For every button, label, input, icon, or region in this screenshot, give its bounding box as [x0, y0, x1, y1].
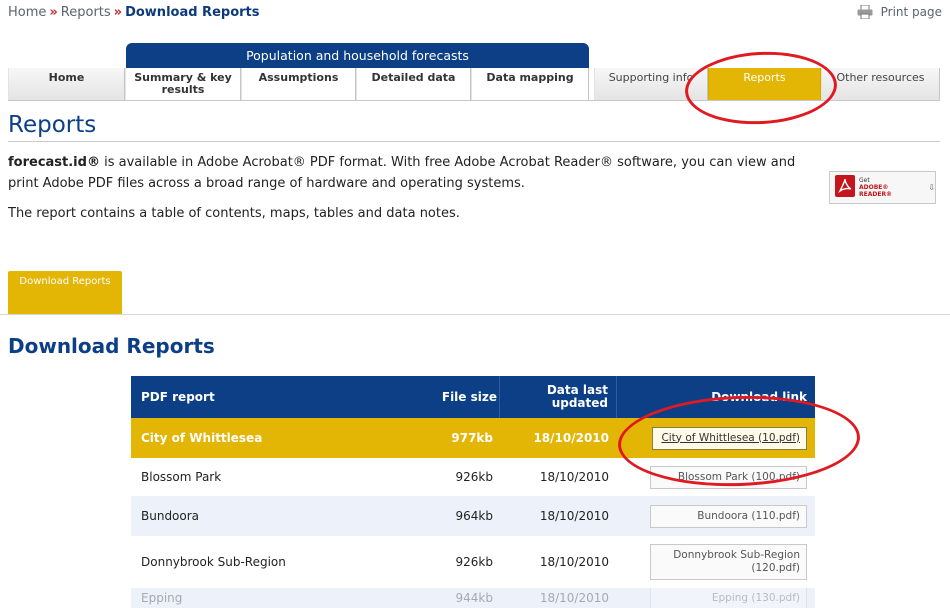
report-name: City of Whittlesea [141, 431, 263, 445]
get-adobe-reader-button[interactable]: Get ADOBE® READER® ⇩ [829, 171, 936, 204]
section-title: Download Reports [8, 334, 215, 358]
adobe-badge-line1: Get [859, 177, 870, 184]
header-file-size: File size [441, 390, 497, 404]
file-size: 944kb [455, 591, 493, 605]
last-updated: 18/10/2010 [539, 555, 609, 569]
download-link[interactable]: Bundoora (110.pdf) [650, 504, 807, 528]
tab-home[interactable]: Home [8, 68, 125, 100]
download-arrow-icon: ⇩ [928, 183, 935, 192]
download-link[interactable]: Epping (130.pdf) [650, 588, 807, 608]
tab-data-mapping[interactable]: Data mapping [471, 68, 589, 100]
table-row: Blossom Park 926kb 18/10/2010 Blossom Pa… [131, 458, 815, 496]
printer-icon [857, 5, 873, 19]
breadcrumb-reports[interactable]: Reports [61, 5, 111, 20]
file-size: 926kb [455, 470, 493, 484]
divider [8, 141, 940, 142]
report-name: Epping [141, 591, 183, 605]
tab-assumptions[interactable]: Assumptions [241, 68, 356, 100]
file-size: 977kb [451, 431, 493, 445]
header-download-link: Download link [711, 390, 807, 404]
intro-paragraph: forecast.id® is available in Adobe Acrob… [8, 152, 808, 194]
tab-supporting-info-label: Supporting info [608, 71, 694, 84]
report-name: Donnybrook Sub-Region [141, 555, 286, 569]
brand-name: forecast.id® [8, 155, 100, 170]
table-row: Bundoora 964kb 18/10/2010 Bundoora (110.… [131, 496, 815, 536]
last-updated: 18/10/2010 [539, 470, 609, 484]
breadcrumb-separator: » [49, 5, 58, 20]
divider [0, 314, 950, 315]
page-title: Reports [8, 112, 97, 138]
tab-detailed-data[interactable]: Detailed data [356, 68, 471, 100]
breadcrumb-home[interactable]: Home [8, 5, 46, 20]
tab-other-resources[interactable]: Other resources [821, 68, 940, 100]
last-updated: 18/10/2010 [539, 591, 609, 605]
intro-text: is available in Adobe Acrobat® PDF forma… [8, 155, 796, 191]
table-header: PDF report File size Data last updated D… [131, 376, 815, 418]
tab-reports[interactable]: Reports [708, 68, 821, 100]
breadcrumb-separator: » [113, 5, 123, 20]
print-page-link[interactable]: Print page [857, 5, 942, 19]
subtab-download-reports[interactable]: Download Reports [8, 271, 122, 314]
section-banner: Population and household forecasts [126, 43, 589, 69]
file-size: 964kb [455, 509, 493, 523]
main-tab-bar: Home Summary & key results Assumptions D… [8, 68, 940, 101]
reports-table: PDF report File size Data last updated D… [131, 376, 815, 608]
download-link[interactable]: Donnybrook Sub-Region (120.pdf) [650, 544, 807, 580]
tab-supporting-info[interactable]: Supporting info [594, 68, 708, 100]
table-row: Donnybrook Sub-Region 926kb 18/10/2010 D… [131, 536, 815, 588]
tab-summary-key-results[interactable]: Summary & key results [125, 68, 241, 100]
adobe-badge-text: Get ADOBE® READER® [859, 177, 922, 198]
download-link[interactable]: Blossom Park (100.pdf) [650, 465, 807, 489]
last-updated: 18/10/2010 [539, 509, 609, 523]
report-name: Bundoora [141, 509, 200, 523]
breadcrumb-current: Download Reports [125, 5, 260, 20]
breadcrumb: Home» Reports» Download Reports [8, 5, 259, 20]
download-link[interactable]: City of Whittlesea (10.pdf) [652, 426, 807, 450]
report-name: Blossom Park [141, 470, 222, 484]
adobe-reader-icon [835, 174, 855, 201]
print-page-label: Print page [880, 5, 942, 19]
table-row: Epping 944kb 18/10/2010 Epping (130.pdf) [131, 588, 815, 608]
table-row: City of Whittlesea 977kb 18/10/2010 City… [131, 418, 815, 458]
adobe-badge-line2: ADOBE® READER® [859, 184, 893, 198]
header-data-last-updated: Data last updated [499, 376, 617, 418]
intro-paragraph-2: The report contains a table of contents,… [8, 206, 460, 221]
header-pdf-report: PDF report [141, 390, 215, 404]
last-updated: 18/10/2010 [533, 431, 609, 445]
file-size: 926kb [455, 555, 493, 569]
